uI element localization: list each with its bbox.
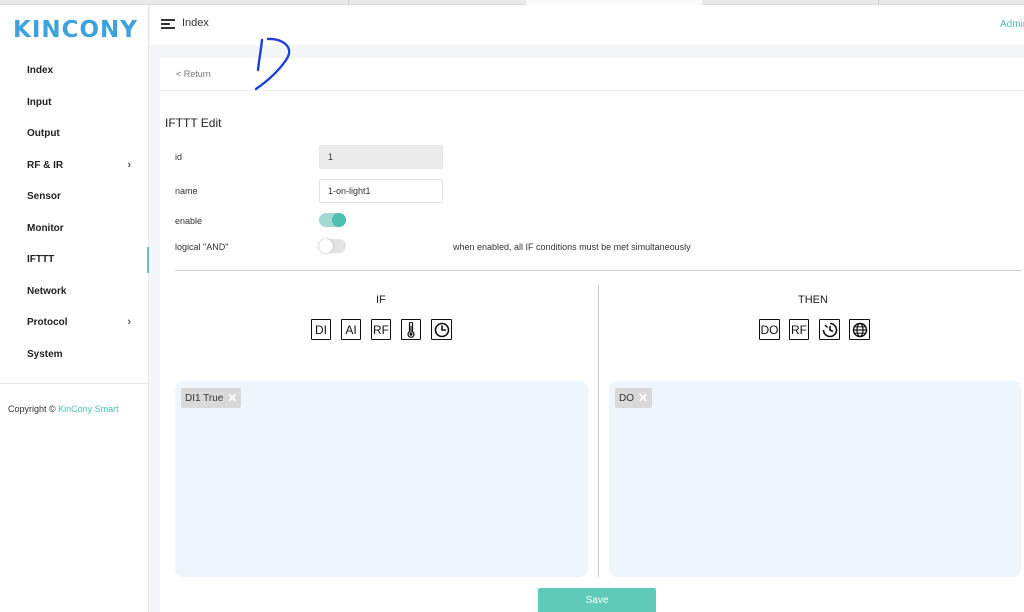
page-title: IFTTT Edit [165,116,222,130]
copyright-link[interactable]: KinCony Smart [58,404,119,414]
logical-and-label: logical "AND" [175,242,229,252]
logical-and-toggle[interactable] [319,239,346,253]
sidebar-item-sensor[interactable]: Sensor [0,181,149,213]
timer-icon[interactable] [819,319,840,340]
save-button[interactable]: Save [538,588,656,612]
sidebar-item-input[interactable]: Input [0,87,149,119]
id-label: id [175,152,183,162]
sidebar-item-label: Monitor [27,222,64,234]
name-label: name [175,186,198,196]
sidebar-item-label: Network [27,285,67,297]
sidebar-item-label: Output [27,128,60,140]
sidebar-item-label: System [27,348,63,360]
section-divider [175,270,1021,271]
sidebar-item-system[interactable]: System [0,339,149,371]
copyright: Copyright © KinCony Smart [8,404,119,414]
sidebar-divider [0,383,149,384]
sidebar-item-label: RF & IR [27,159,64,171]
action-chip[interactable]: DO ✕ [615,388,653,408]
toggle-knob [332,213,346,227]
sidebar-item-network[interactable]: Network [0,276,149,308]
main-card: < Return IFTTT Edit id 1 name 1-on-light… [160,58,1024,612]
sidebar-item-output[interactable]: Output [0,118,149,150]
top-header: Index Admin [150,5,1024,45]
kincony-logo: KINCONY [13,17,138,43]
enable-toggle[interactable] [319,213,346,227]
id-field: 1 [319,145,443,169]
sidebar-item-label: Protocol [27,317,68,329]
sidebar-item-label: Sensor [27,191,61,203]
close-icon[interactable]: ✕ [227,391,237,405]
rf-icon[interactable]: RF [371,319,391,340]
sidebar-item-rf-ir[interactable]: RF & IR › [0,150,149,182]
sidebar-item-label: IFTTT [27,254,55,266]
sidebar: KINCONY Index Input Output RF & IR › Sens… [0,5,149,612]
sidebar-item-index[interactable]: Index [0,55,149,87]
copyright-prefix: Copyright © [8,404,59,414]
enable-label: enable [175,216,203,226]
chevron-right-icon: › [127,158,131,171]
thermometer-icon[interactable] [401,319,421,340]
name-field[interactable]: 1-on-light1 [319,179,443,203]
sidebar-item-label: Input [27,96,52,108]
sidebar-nav: Index Input Output RF & IR › Sensor Monit… [0,55,149,370]
condition-chip[interactable]: DI1 True ✕ [181,388,242,408]
chip-label: DI1 True [185,392,224,404]
sidebar-item-monitor[interactable]: Monitor [0,213,149,245]
then-actions-panel[interactable]: DO ✕ [609,381,1021,577]
header-title: Index [182,17,209,29]
sidebar-item-ifttt[interactable]: IFTTT [0,244,149,276]
globe-icon[interactable] [849,319,870,340]
chip-label: DO [619,392,634,404]
sidebar-item-protocol[interactable]: Protocol › [0,307,149,339]
user-menu[interactable]: Admin [1000,19,1024,30]
logical-and-hint: when enabled, all IF conditions must be … [453,242,691,252]
if-title: IF [376,294,386,306]
if-conditions-panel[interactable]: DI1 True ✕ [175,381,588,577]
menu-fold-icon[interactable] [161,18,175,30]
do-icon[interactable]: DO [759,319,780,340]
card-divider [160,90,1024,91]
ai-icon[interactable]: AI [341,319,361,340]
toggle-knob [319,239,333,253]
chevron-right-icon: › [127,316,131,328]
close-icon[interactable]: ✕ [638,391,648,405]
clock-icon[interactable] [431,319,452,340]
then-title: THEN [798,294,828,306]
return-link[interactable]: < Return [176,69,211,79]
sidebar-item-label: Index [27,65,54,77]
column-divider [598,285,599,577]
rf-icon[interactable]: RF [789,319,809,340]
di-icon[interactable]: DI [311,319,331,340]
